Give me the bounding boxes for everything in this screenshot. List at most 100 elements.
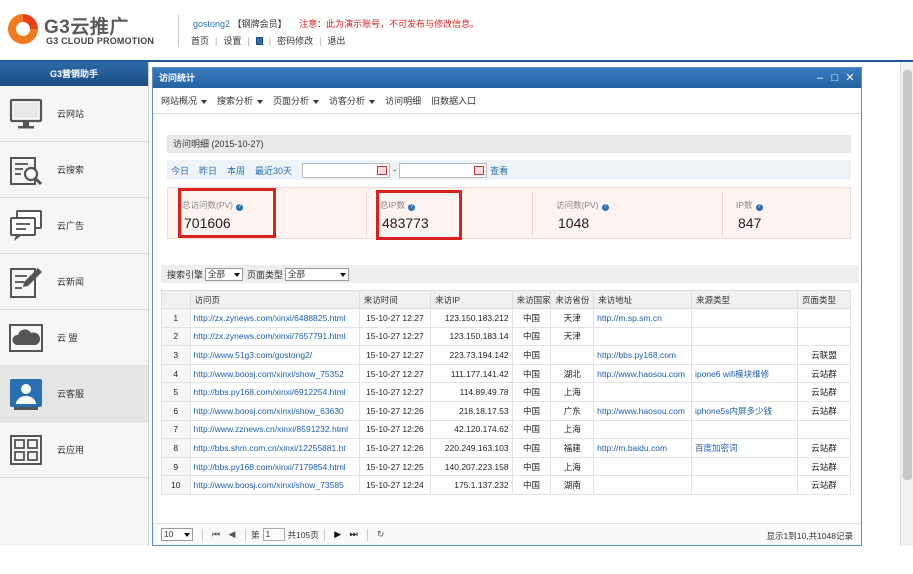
page-url-cell[interactable]: http://zx.zynews.com/xinxi/7657791.html [189,326,360,347]
table-row[interactable]: 7 http://www.zznews.cn/xinxi/8591232.html… [161,419,852,440]
page-type-cell: 云站群 [796,400,852,421]
column-header[interactable]: 来访省份 [550,290,595,309]
page-url-cell[interactable]: http://bbs.py168.com/xinxi/7179854.html [189,456,360,477]
page-url-cell[interactable]: http://www.51g3.com/gostong2/ [189,345,360,365]
date-to-input[interactable] [399,162,488,178]
refresh-icon[interactable]: ↻ [374,529,388,540]
table-row[interactable]: 6 http://www.boosj.com/xinxi/show_63630 15… [161,400,852,421]
page-type-select[interactable]: 全部 [285,267,350,281]
referrer-url-cell[interactable]: http://m.baidu.com [593,438,692,458]
pager-separator [245,528,246,541]
logo[interactable]: G3云推广 G3 CLOUD PROMOTION [6,10,156,50]
sidebar-item-cloud-service[interactable]: 云客服 [0,366,148,422]
menu-site-overview[interactable]: 网站概况 [161,94,208,107]
referrer-url-cell[interactable]: http://www.haosou.com [593,400,692,421]
page-url-cell[interactable]: http://www.boosj.com/xinxi/show_73585 [189,475,360,495]
sidebar-item-cloud-news[interactable]: 云新闻 [0,254,148,310]
panel-header: 访问统计 – □ ✕ [153,68,861,88]
referrer-url-cell[interactable]: http://m.sp.sm.cn [593,308,692,328]
source-type-cell[interactable]: ipone6 wifi模块维修 [690,363,798,384]
engine-select[interactable]: 全部 [205,267,244,281]
sidebar-item-cloud-search[interactable]: 云搜索 [0,142,148,198]
filter-today[interactable]: 今日 [171,164,189,177]
help-icon[interactable]: ? [755,204,763,211]
sidebar-item-cloud-website[interactable]: 云网站 [0,86,148,142]
page-size-select[interactable]: 10 [161,528,193,541]
referrer-url-cell[interactable]: http://www.haosou.com [593,363,692,384]
page-number-input[interactable]: 1 [262,528,285,541]
next-page-icon[interactable]: ▶ [331,529,345,540]
nav-settings-link[interactable]: 设置 [223,34,241,47]
column-header[interactable]: 页面类型 [796,290,852,309]
filter-this-week[interactable]: 本周 [227,164,245,177]
app-header: G3云推广 G3 CLOUD PROMOTION gostong2 【钢牌会员】… [0,0,913,60]
column-header[interactable]: 来源类型 [690,290,798,309]
menu-search-analysis[interactable]: 搜索分析 [217,94,264,107]
username[interactable]: gostong2 [193,19,230,29]
column-header[interactable]: 访问页 [189,290,360,309]
calendar-icon[interactable] [474,165,485,175]
page-url-cell[interactable]: http://bbs.py168.com/xinxi/6912254.html [189,382,360,402]
table-row[interactable]: 1 http://zx.zynews.com/xinxi/6488825.html… [161,308,852,328]
menu-page-analysis[interactable]: 页面分析 [273,94,320,107]
nav-separator: | [247,35,250,46]
chevron-down-icon [201,99,208,104]
page-url-cell[interactable]: http://zx.zynews.com/xinxi/6488825.html [189,308,360,328]
row-number-cell: 3 [161,345,191,365]
referrer-url-cell [593,382,692,402]
table-row[interactable]: 8 http://bbs.shm.com.cn/xinxi/12255881.ht… [161,438,852,458]
page-url-cell[interactable]: http://www.boosj.com/xinxi/show_63630 [189,400,360,421]
source-type-cell[interactable]: iphone5s内屏多少钱 [690,400,798,421]
table-row[interactable]: 10 http://www.boosj.com/xinxi/show_73585 1… [161,475,852,495]
table-row[interactable]: 5 http://bbs.py168.com/xinxi/6912254.html… [161,382,852,402]
filter-last-30-days[interactable]: 最近30天 [255,164,292,177]
source-type-cell[interactable]: 百度加密词 [690,438,798,458]
page-url-cell[interactable]: http://www.zznews.cn/xinxi/8591232.html [189,419,360,440]
menu-old-data[interactable]: 旧数据入口 [431,94,476,107]
visit-time-cell: 15-10-27 12:27 [358,308,432,328]
minimize-icon[interactable]: – [815,68,825,88]
prev-page-icon[interactable]: ◀ [225,529,239,540]
nav-home-link[interactable]: 首页 [191,34,209,47]
sidebar-title: G3营销助手 [0,62,148,86]
nav-logout-link[interactable]: 退出 [327,34,345,47]
close-icon[interactable]: ✕ [845,68,855,88]
table-row[interactable]: 9 http://bbs.py168.com/xinxi/7179854.html… [161,456,852,477]
menu-visitor-analysis[interactable]: 访客分析 [329,94,376,107]
engine-label: 搜索引擎 [167,269,204,280]
column-header[interactable]: 来访地址 [593,290,692,309]
page-url-cell[interactable]: http://www.boosj.com/xinxi/show_75352 [189,363,360,384]
sidebar-item-cloud-apps[interactable]: 云应用 [0,422,148,478]
referrer-url-cell[interactable]: http://bbs.py168.com [593,345,692,365]
column-header-index [161,290,191,309]
page-scrollbar[interactable] [900,62,913,546]
customer-service-icon [10,379,42,410]
column-header[interactable]: 来访国家 [511,290,552,309]
sidebar-item-cloud-alliance[interactable]: 云 盟 [0,310,148,366]
table-row[interactable]: 3 http://www.51g3.com/gostong2/15-10-27 1… [161,345,852,365]
row-number-cell: 8 [161,438,191,458]
row-number-cell: 5 [161,382,191,402]
view-button[interactable]: 查看 [490,164,508,177]
last-page-icon[interactable]: ⏭ [347,529,361,540]
page-url-cell[interactable]: http://bbs.shm.com.cn/xinxi/12255881.ht [189,438,360,458]
column-header[interactable]: 来访时间 [358,290,432,309]
first-page-icon[interactable]: ⏮ [209,529,223,540]
menu-visit-details[interactable]: 访问明细 [385,94,421,107]
chevron-down-icon [184,533,190,537]
table-row[interactable]: 2 http://zx.zynews.com/xinxi/7657791.html… [161,326,852,347]
monitor-icon [9,98,43,129]
scrollbar-thumb[interactable] [903,70,912,480]
table-row[interactable]: 4 http://www.boosj.com/xinxi/show_75352 15… [161,363,852,384]
column-header[interactable]: 来访IP [430,290,513,309]
sidebar-item-cloud-ads[interactable]: 云广告 [0,198,148,254]
detail-title-bar: 访问明细 (2015-10-27) [167,135,851,153]
nav-change-password-link[interactable]: 密码修改 [277,34,313,47]
date-from-input[interactable] [302,162,391,178]
calendar-icon[interactable] [377,165,388,175]
help-icon[interactable]: ? [601,204,609,211]
maximize-icon[interactable]: □ [830,68,840,88]
message-icon[interactable] [255,36,263,45]
stat-divider [532,192,533,236]
filter-yesterday[interactable]: 昨日 [199,164,217,177]
